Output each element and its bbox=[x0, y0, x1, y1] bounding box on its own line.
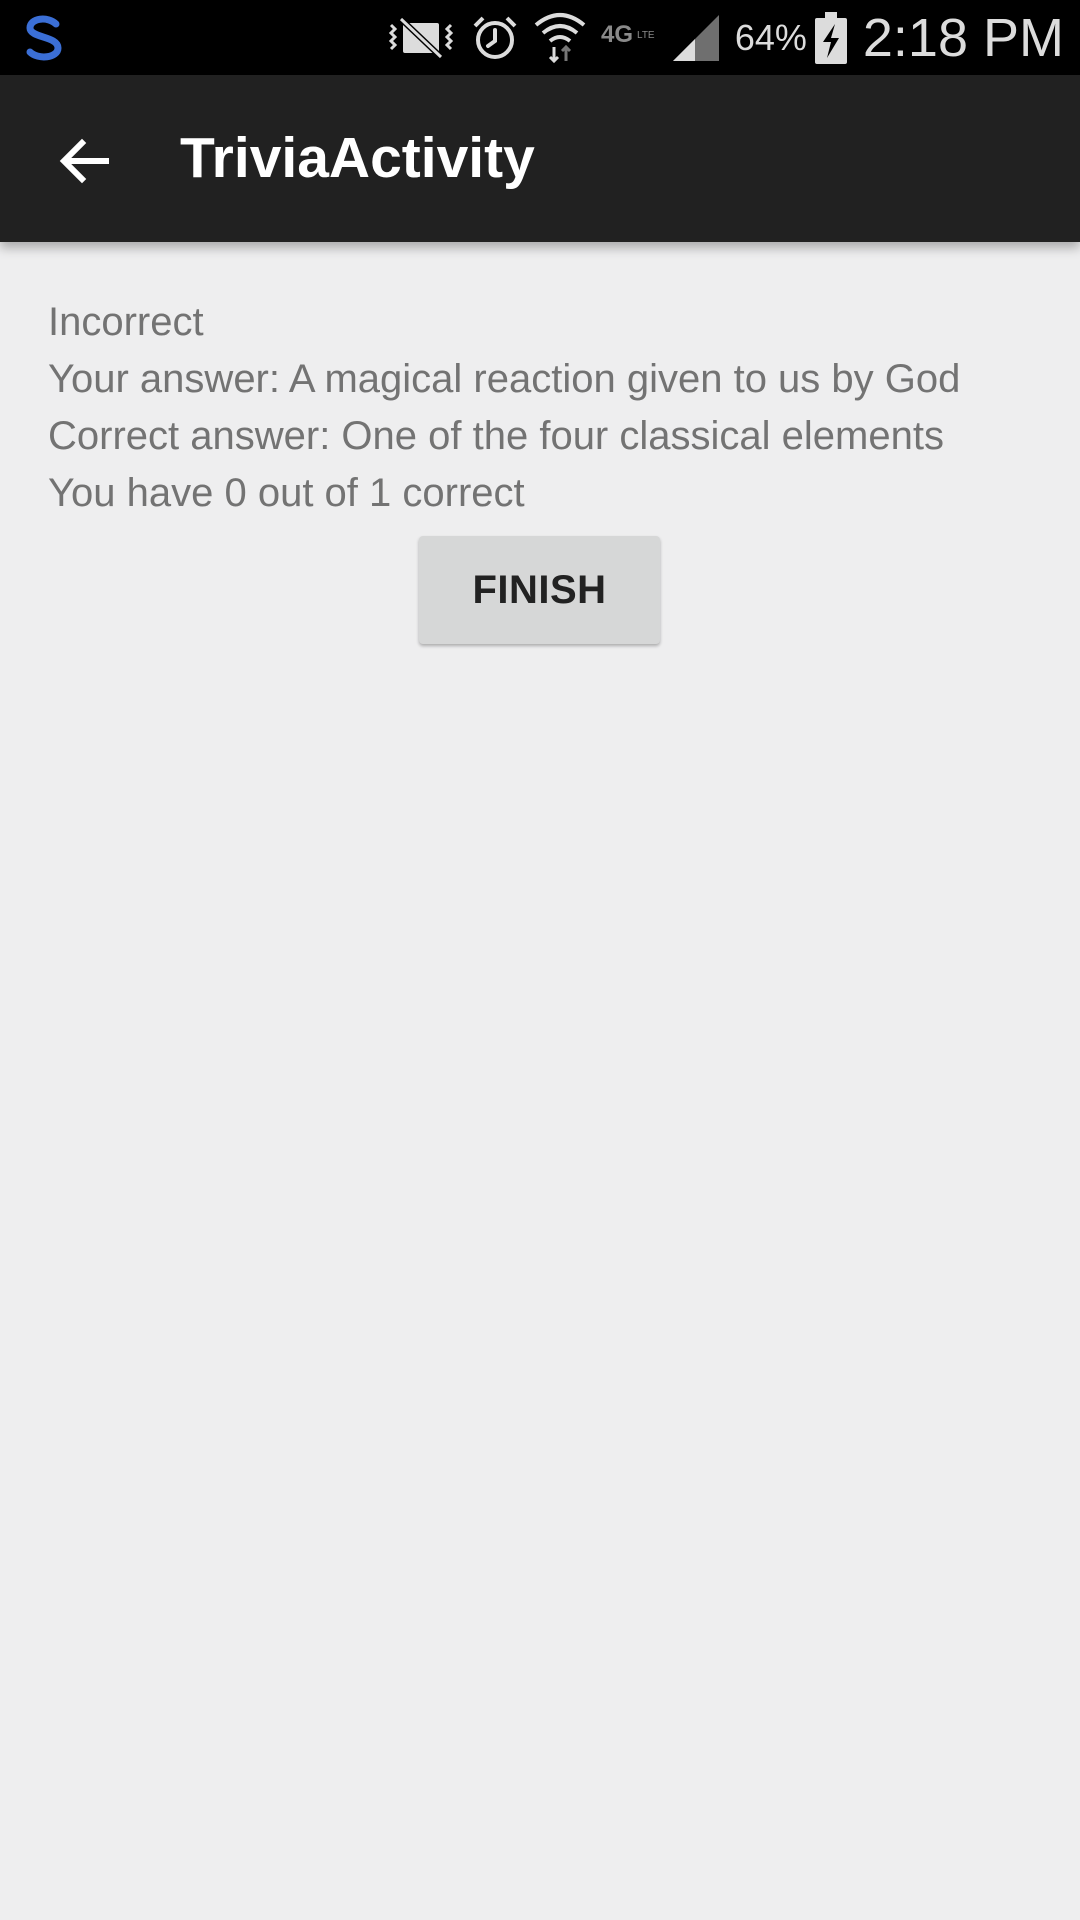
finish-button[interactable]: FINISH bbox=[419, 536, 660, 644]
status-bar: 4G LTE 64% 2:18 PM bbox=[0, 0, 1080, 75]
correct-answer-text: Correct answer: One of the four classica… bbox=[48, 414, 944, 458]
your-answer-text: Your answer: A magical reaction given to… bbox=[48, 357, 961, 401]
svg-text:LTE: LTE bbox=[637, 30, 655, 41]
status-icons: 4G LTE 64% 2:18 PM bbox=[385, 0, 1064, 75]
battery-charging-icon bbox=[814, 11, 847, 64]
svg-text:4G: 4G bbox=[601, 21, 633, 48]
back-button[interactable] bbox=[38, 115, 130, 207]
signal-icon bbox=[672, 14, 719, 61]
arrow-back-icon bbox=[59, 138, 109, 184]
result-panel: Incorrect Your answer: A magical reactio… bbox=[48, 294, 1048, 522]
alarm-icon bbox=[473, 16, 517, 59]
s-app-icon bbox=[26, 15, 62, 61]
clock: 2:18 PM bbox=[862, 7, 1064, 68]
app-toolbar: TriviaActivity bbox=[0, 75, 1080, 242]
score-text: You have 0 out of 1 correct bbox=[48, 471, 525, 515]
vibrate-mute-icon bbox=[388, 16, 453, 59]
battery-percent: 64% bbox=[734, 16, 807, 58]
result-status-text: Incorrect bbox=[48, 300, 204, 344]
4g-lte-icon: 4G LTE bbox=[601, 21, 655, 48]
page-title: TriviaActivity bbox=[180, 126, 535, 190]
wifi-icon bbox=[534, 12, 586, 63]
